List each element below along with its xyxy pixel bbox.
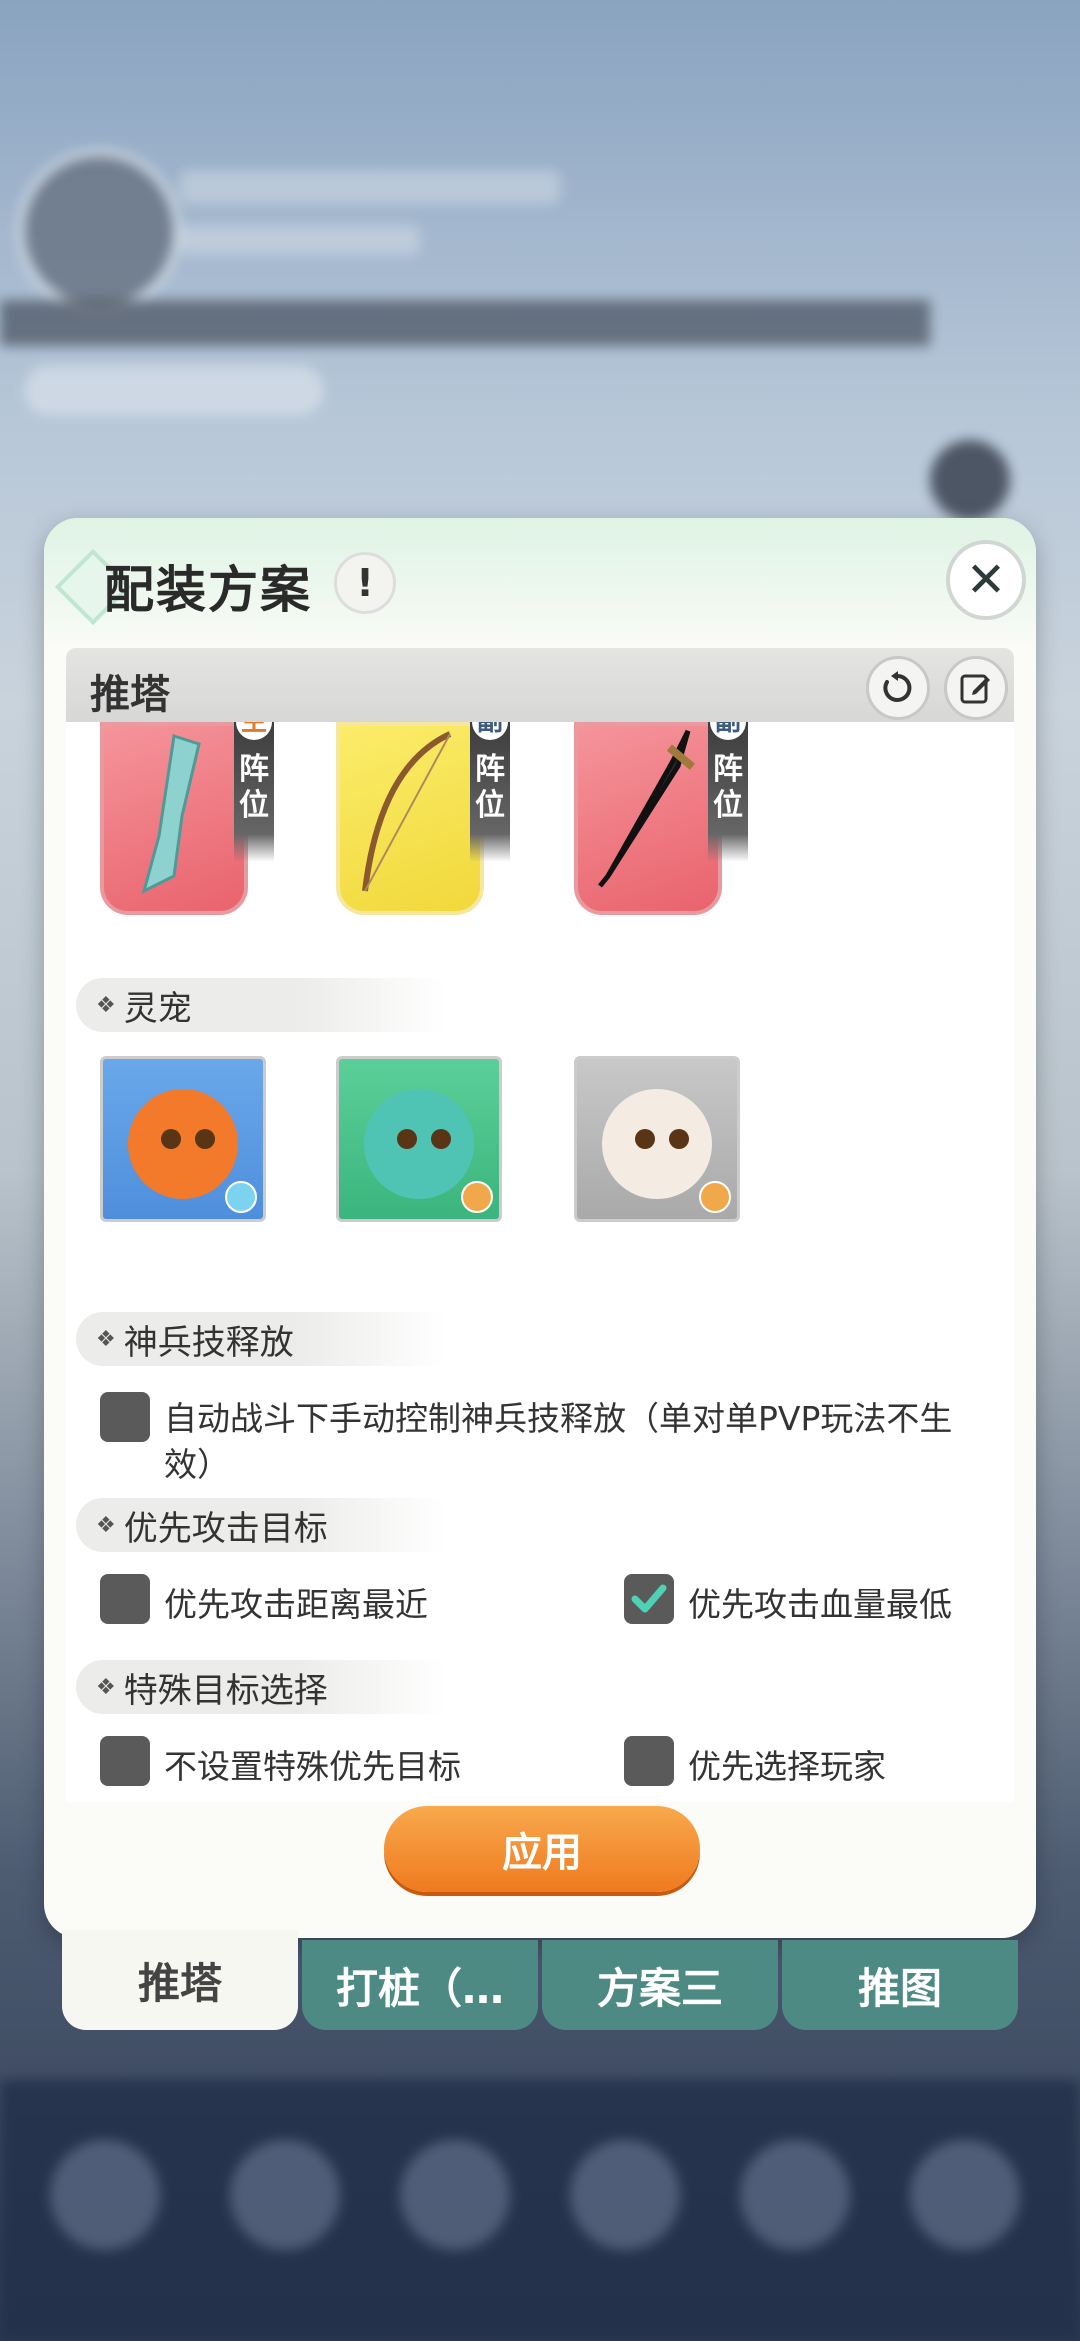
section-pets: ❖ 灵宠 — [76, 978, 446, 1032]
pet-slot-1[interactable] — [100, 1056, 266, 1222]
nearest-checkbox[interactable] — [100, 1574, 150, 1624]
section-special-label: 特殊目标选择 — [123, 1670, 328, 1711]
lowest-hp-checkbox[interactable] — [624, 1574, 674, 1624]
pet-eye — [195, 1129, 215, 1149]
loadout-panel: 配装方案 ! ✕ 推塔 主 阵位 副 阵位 副 阵位 ❖ 灵宠 ❖ 神兵技释放 … — [44, 518, 1036, 1938]
nearest-label: 优先攻击距离最近 — [164, 1585, 428, 1624]
section-skill: ❖ 神兵技释放 — [76, 1312, 446, 1366]
loadout-tabs: 推塔 打桩（… 方案三 推图 — [62, 1930, 1020, 2030]
background-level — [180, 225, 420, 255]
bow-icon — [362, 731, 452, 892]
jade-weapon-icon — [141, 734, 201, 894]
background-name — [180, 170, 560, 204]
pet-element-badge-icon — [461, 1181, 493, 1213]
tab-push-tower[interactable]: 推塔 — [62, 1930, 298, 2030]
section-diamond-icon: ❖ — [96, 992, 116, 1018]
tab-push-map[interactable]: 推图 — [782, 1940, 1018, 2030]
apply-button[interactable]: 应用 — [384, 1806, 700, 1892]
edit-icon — [960, 674, 990, 704]
section-diamond-icon: ❖ — [96, 1674, 116, 1700]
info-icon[interactable]: ! — [334, 552, 396, 614]
loadout-name: 推塔 — [90, 672, 170, 718]
weapon-slot-1-tag-text: 阵位 — [239, 752, 269, 823]
pet-element-badge-icon — [225, 1181, 257, 1213]
weapon-slot-2-tag-top: 副 — [472, 722, 508, 740]
no-special-label: 不设置特殊优先目标 — [164, 1747, 461, 1786]
option-no-special[interactable]: 不设置特殊优先目标 — [100, 1736, 461, 1788]
weapon-slot-3-tag: 副 阵位 — [708, 722, 748, 862]
prefer-player-label: 优先选择玩家 — [688, 1747, 886, 1786]
background-nav-icon — [400, 2140, 510, 2250]
loadout-subheader: 推塔 — [66, 648, 1014, 722]
background-gem-icon — [930, 440, 1010, 520]
edit-icon-button[interactable] — [944, 656, 1008, 720]
pet-eye — [635, 1129, 655, 1149]
section-pets-label: 灵宠 — [123, 988, 192, 1029]
reset-icon — [883, 671, 912, 702]
check-mark-icon — [631, 1584, 667, 1613]
loadout-scroll-area[interactable]: 主 阵位 副 阵位 副 阵位 ❖ 灵宠 ❖ 神兵技释放 自动战斗下手动控制神兵技… — [66, 722, 1014, 1802]
teal-dragon-pet-icon — [364, 1089, 474, 1199]
background-nav-icon — [570, 2140, 680, 2250]
background-nav-icon — [230, 2140, 340, 2250]
weapon-slot-1-tag: 主 阵位 — [234, 722, 274, 862]
background-nav-icon — [910, 2140, 1020, 2250]
weapon-slot-2[interactable] — [336, 722, 484, 915]
pet-slot-2[interactable] — [336, 1056, 502, 1222]
option-manual-skill[interactable]: 自动战斗下手动控制神兵技释放（单对单PVP玩法不生效） — [100, 1392, 980, 1488]
weapon-slot-3-tag-text: 阵位 — [713, 752, 743, 823]
option-nearest[interactable]: 优先攻击距离最近 — [100, 1574, 428, 1626]
option-prefer-player[interactable]: 优先选择玩家 — [624, 1736, 886, 1788]
weapon-slot-3[interactable] — [574, 722, 722, 915]
section-priority: ❖ 优先攻击目标 — [76, 1498, 446, 1552]
pet-eye — [161, 1129, 181, 1149]
background-avatar — [18, 150, 180, 312]
pet-eye — [431, 1129, 451, 1149]
pet-element-badge-icon — [699, 1181, 731, 1213]
section-skill-label: 神兵技释放 — [123, 1322, 294, 1363]
reset-icon-button[interactable] — [866, 656, 930, 720]
background-banner — [0, 300, 930, 346]
background-nav-icon — [740, 2140, 850, 2250]
white-fox-pet-icon — [602, 1089, 712, 1199]
weapon-slot-2-tag: 副 阵位 — [470, 722, 510, 862]
lowest-hp-label: 优先攻击血量最低 — [688, 1585, 952, 1624]
orange-pet-icon — [128, 1089, 238, 1199]
no-special-checkbox[interactable] — [100, 1736, 150, 1786]
tab-plan-three[interactable]: 方案三 — [542, 1940, 778, 2030]
section-diamond-icon: ❖ — [96, 1326, 116, 1352]
section-diamond-icon: ❖ — [96, 1512, 116, 1538]
manual-skill-checkbox[interactable] — [100, 1392, 150, 1442]
section-special: ❖ 特殊目标选择 — [76, 1660, 446, 1714]
weapon-slot-1-tag-top: 主 — [236, 722, 272, 740]
background-nav-icon — [50, 2140, 160, 2250]
tab-training[interactable]: 打桩（… — [302, 1940, 538, 2030]
sword-icon — [598, 729, 696, 888]
weapon-slot-2-tag-text: 阵位 — [475, 752, 505, 823]
option-lowest-hp[interactable]: 优先攻击血量最低 — [624, 1574, 952, 1626]
close-icon[interactable]: ✕ — [946, 540, 1026, 620]
panel-title: 配装方案 — [104, 561, 312, 619]
background-chip — [24, 365, 324, 415]
pet-eye — [669, 1129, 689, 1149]
prefer-player-checkbox[interactable] — [624, 1736, 674, 1786]
manual-skill-label: 自动战斗下手动控制神兵技释放（单对单PVP玩法不生效） — [164, 1399, 953, 1484]
weapon-slot-1[interactable] — [100, 722, 248, 915]
weapon-slot-3-tag-top: 副 — [710, 722, 746, 740]
section-priority-label: 优先攻击目标 — [123, 1508, 328, 1549]
pet-eye — [397, 1129, 417, 1149]
pet-slot-3[interactable] — [574, 1056, 740, 1222]
